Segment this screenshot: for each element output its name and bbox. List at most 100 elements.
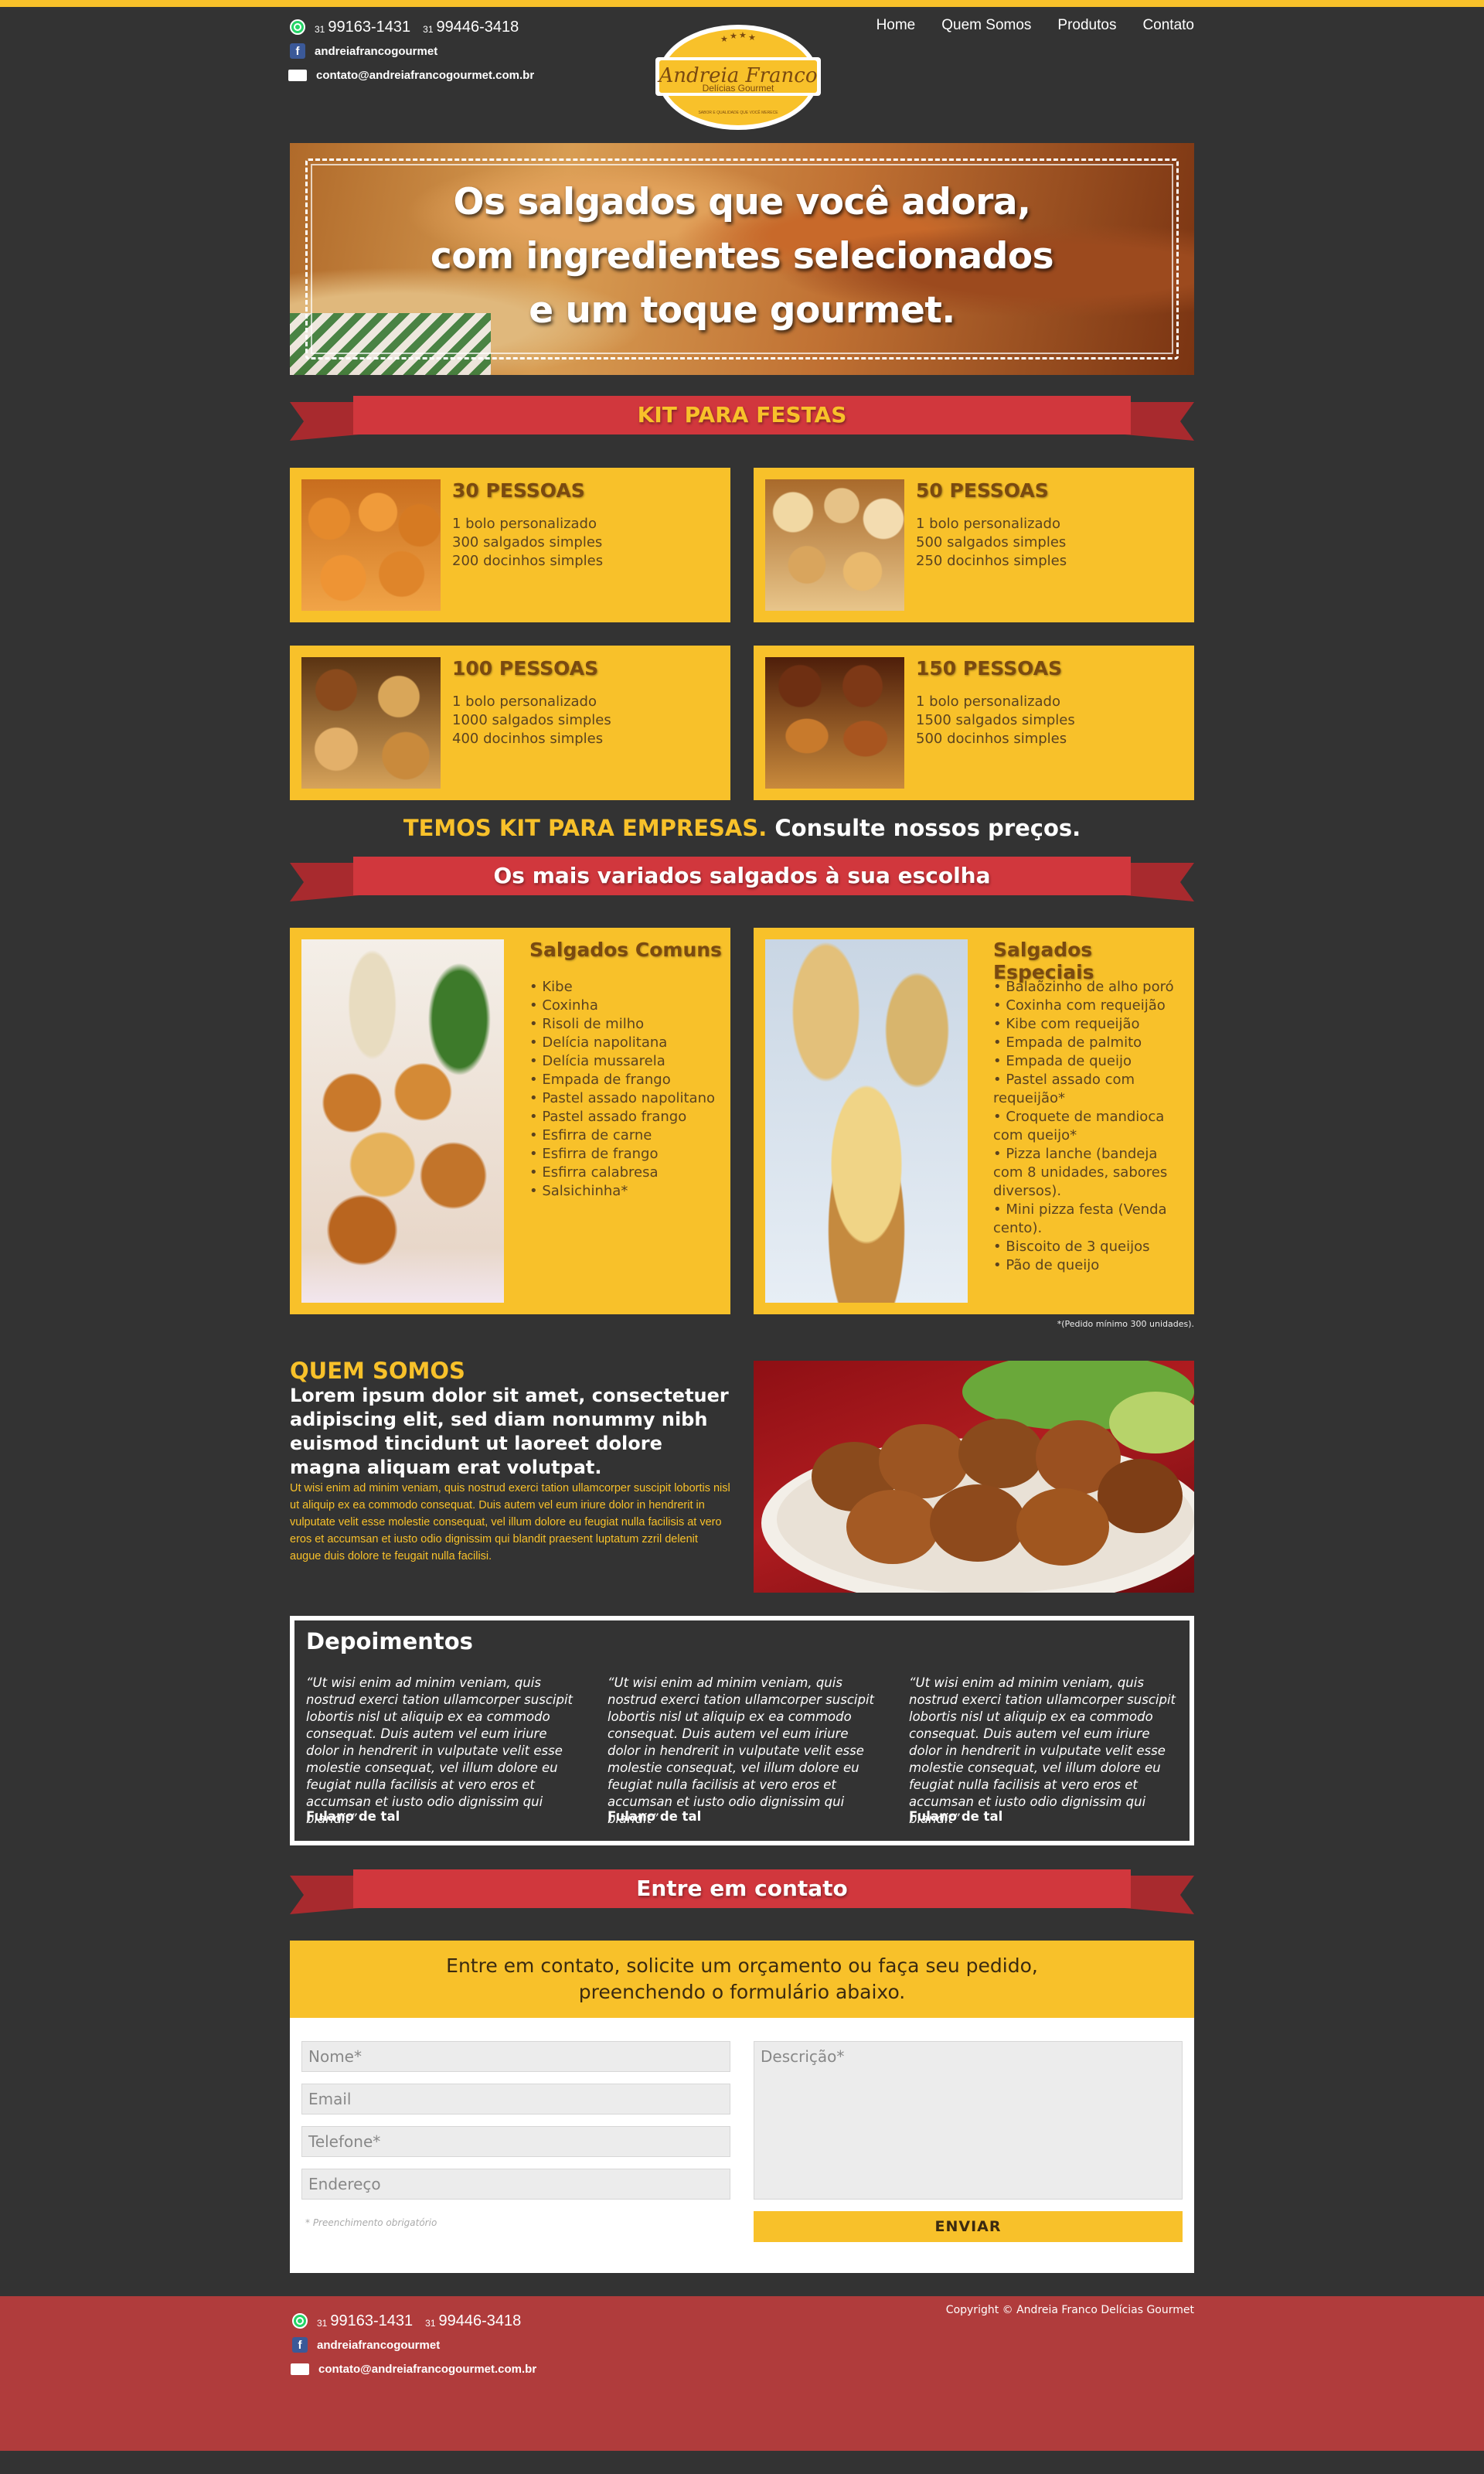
salgados-comuns-image	[301, 939, 504, 1303]
list-item: • Pastel assado com requeijão*	[993, 1072, 1135, 1106]
list-item: • Coxinha	[529, 997, 598, 1014]
list-item: • Empada de frango	[529, 1072, 671, 1088]
email-link[interactable]: contato@andreiafrancogourmet.com.br	[316, 69, 534, 82]
quem-somos-body: Ut wisi enim ad minim veniam, quis nostr…	[290, 1482, 730, 1562]
email-field[interactable]: Email	[301, 2084, 730, 2114]
kit-item: 1 bolo personalizado	[452, 516, 597, 532]
header-phones: 31 99163-1431 31 99446-3418	[290, 15, 534, 39]
kit-title: 100 PESSOAS	[452, 657, 599, 680]
ribbon-variados-label: Os mais variados salgados à sua escolha	[493, 863, 991, 888]
kit-card[interactable]: 30 PESSOAS 1 bolo personalizado 300 salg…	[290, 468, 730, 622]
kit-title: 30 PESSOAS	[452, 479, 585, 502]
salgados-especiais-card: Salgados Especiais • Balaõzinho de alho …	[754, 928, 1194, 1314]
contact-intro: Entre em contato, solicite um orçamento …	[290, 1941, 1194, 2018]
header-email[interactable]: contato@andreiafrancogourmet.com.br	[288, 63, 534, 87]
address-field[interactable]: Endereço	[301, 2169, 730, 2200]
ribbon-variados: Os mais variados salgados à sua escolha	[290, 857, 1194, 901]
list-item: • Croquete de mandioca com queijo*	[993, 1109, 1165, 1143]
area-code: 31	[317, 2318, 328, 2329]
facebook-icon[interactable]: f	[292, 2337, 308, 2353]
kit-item: 400 docinhos simples	[452, 731, 604, 747]
salgados-especiais-list: • Balaõzinho de alho poró • Coxinha com …	[993, 978, 1183, 1275]
assorted-salgados-image	[301, 657, 441, 789]
whatsapp-icon	[292, 2313, 308, 2329]
mail-icon	[288, 69, 307, 81]
kit-title: 50 PESSOAS	[916, 479, 1049, 502]
hero-line-1: Os salgados que você adora,	[453, 181, 1032, 223]
footer-email[interactable]: contato@andreiafrancogourmet.com.br	[291, 2357, 536, 2380]
list-item: • Esfirra de frango	[529, 1146, 659, 1162]
email-link[interactable]: contato@andreiafrancogourmet.com.br	[318, 2363, 536, 2376]
testimonial-quote: “Ut wisi enim ad minim veniam, quis nost…	[608, 1675, 875, 1826]
list-item: • Esfirra calabresa	[529, 1164, 659, 1181]
contact-intro-line-2: preenchendo o formulário abaixo.	[578, 1981, 906, 2003]
nav-produtos[interactable]: Produtos	[1057, 17, 1116, 34]
testimonial-author: Fulano de tal	[909, 1809, 1003, 1824]
kit-card[interactable]: 100 PESSOAS 1 bolo personalizado 1000 sa…	[290, 646, 730, 800]
nav-contato[interactable]: Contato	[1142, 17, 1194, 34]
list-item: • Salsichinha*	[529, 1183, 628, 1199]
quem-somos-image	[754, 1361, 1194, 1593]
list-item: • Pastel assado napolitano	[529, 1090, 716, 1106]
coxinha-image	[301, 479, 441, 611]
logo-subtitle: Delícias Gourmet	[703, 83, 774, 94]
depoimentos-box: Depoimentos “Ut wisi enim ad minim venia…	[290, 1616, 1194, 1845]
list-item: • Pão de queijo	[993, 1257, 1100, 1273]
list-item: • Coxinha com requeijão	[993, 997, 1166, 1014]
list-item: • Risoli de milho	[529, 1016, 645, 1032]
salgados-comuns-card: Salgados Comuns • Kibe • Coxinha • Risol…	[290, 928, 730, 1314]
phone-field[interactable]: Telefone*	[301, 2126, 730, 2157]
testimonial: “Ut wisi enim ad minim veniam, quis nost…	[608, 1675, 882, 1828]
svg-text:★: ★	[730, 31, 737, 41]
kit-item: 1500 salgados simples	[916, 712, 1075, 728]
hero-line-3: e um toque gourmet.	[529, 289, 955, 332]
phone-number-2[interactable]: 99446-3418	[437, 19, 519, 36]
header-contacts: 31 99163-1431 31 99446-3418 f andreiafra…	[288, 15, 534, 87]
facebook-icon[interactable]: f	[290, 43, 305, 59]
testimonial-author: Fulano de tal	[306, 1809, 400, 1824]
kit-card[interactable]: 50 PESSOAS 1 bolo personalizado 500 salg…	[754, 468, 1194, 622]
quem-somos-lead: Lorem ipsum dolor sit amet, consectetuer…	[290, 1385, 729, 1478]
mail-icon	[291, 2363, 309, 2375]
svg-text:★: ★	[739, 30, 747, 40]
description-field[interactable]: Descrição*	[754, 2041, 1183, 2200]
svg-text:★: ★	[748, 32, 756, 43]
testimonial-author: Fulano de tal	[608, 1809, 702, 1824]
footer-facebook[interactable]: f andreiafrancogourmet	[292, 2333, 536, 2356]
logo[interactable]: ★ ★ ★ ★ Andreia Franco Delícias Gourmet SAB…	[655, 17, 821, 131]
kit-item: 1 bolo personalizado	[452, 693, 597, 710]
depoimentos-title: Depoimentos	[306, 1628, 473, 1654]
header-facebook[interactable]: f andreiafrancogourmet	[290, 39, 534, 63]
phone-number-1[interactable]: 99163-1431	[328, 19, 410, 36]
list-item: • Mini pizza festa (Venda cento).	[993, 1201, 1167, 1236]
area-code: 31	[315, 24, 325, 35]
name-field[interactable]: Nome*	[301, 2041, 730, 2072]
list-item: • Biscoito de 3 queijos	[993, 1239, 1150, 1255]
ribbon-kit-festas: KIT PARA FESTAS	[290, 396, 1194, 441]
footer: 31 99163-1431 31 99446-3418 f andreiafra…	[0, 2296, 1484, 2451]
empresas-highlight: TEMOS KIT PARA EMPRESAS.	[403, 815, 768, 841]
facebook-link[interactable]: andreiafrancogourmet	[315, 45, 437, 58]
area-code: 31	[423, 24, 434, 35]
kit-item: 500 salgados simples	[916, 534, 1067, 550]
footer-phones: 31 99163-1431 31 99446-3418	[292, 2309, 536, 2333]
footer-contacts: 31 99163-1431 31 99446-3418 f andreiafra…	[291, 2309, 536, 2380]
nav-quem-somos[interactable]: Quem Somos	[941, 17, 1031, 34]
testimonial: “Ut wisi enim ad minim veniam, quis nost…	[306, 1675, 580, 1828]
nav-home[interactable]: Home	[876, 17, 916, 34]
list-item: • Pastel assado frango	[529, 1109, 687, 1125]
kit-item: 1 bolo personalizado	[916, 516, 1060, 532]
phone-number-2[interactable]: 99446-3418	[439, 2312, 522, 2330]
list-item: • Empada de queijo	[993, 1053, 1132, 1069]
kit-item: 300 salgados simples	[452, 534, 603, 550]
phone-number-1[interactable]: 99163-1431	[330, 2312, 413, 2330]
salgados-comuns-list: • Kibe • Coxinha • Risoli de milho • Del…	[529, 978, 719, 1201]
testimonial-quote: “Ut wisi enim ad minim veniam, quis nost…	[909, 1675, 1176, 1826]
kit-item: 250 docinhos simples	[916, 553, 1067, 569]
svg-text:★: ★	[720, 34, 728, 44]
kit-card[interactable]: 150 PESSOAS 1 bolo personalizado 1500 sa…	[754, 646, 1194, 800]
list-item: • Kibe	[529, 979, 573, 995]
send-button[interactable]: ENVIAR	[754, 2211, 1183, 2242]
list-item: • Delícia napolitana	[529, 1034, 668, 1051]
facebook-link[interactable]: andreiafrancogourmet	[317, 2339, 440, 2352]
